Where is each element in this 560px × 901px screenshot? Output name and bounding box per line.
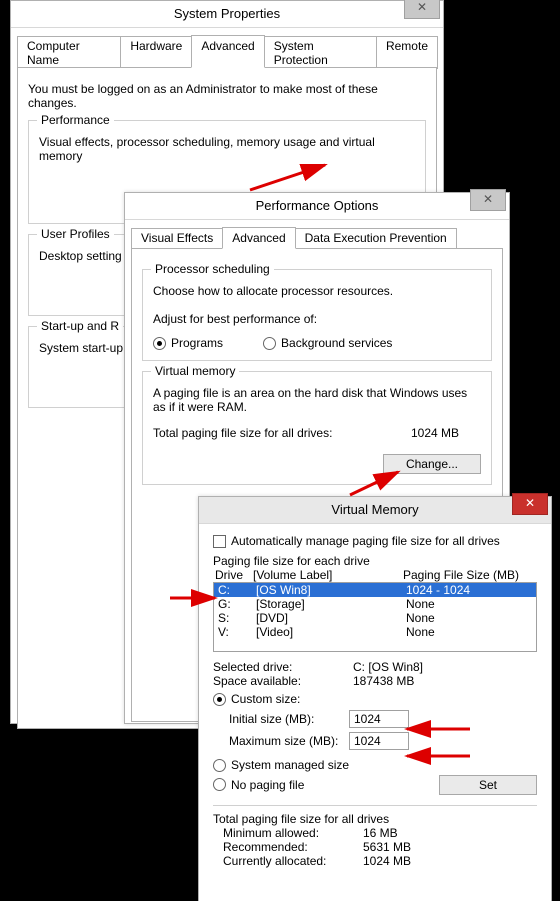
change-button[interactable]: Change...: [383, 454, 481, 474]
radio-icon: [213, 778, 226, 791]
drive-list[interactable]: C:[OS Win8]1024 - 1024G:[Storage]NoneS:[…: [213, 582, 537, 652]
tab-bar: Visual Effects Advanced Data Execution P…: [131, 226, 503, 248]
tab-remote[interactable]: Remote: [376, 36, 438, 69]
drive-list-label: Paging file size for each drive: [213, 554, 537, 568]
radio-no-paging[interactable]: No paging file: [213, 778, 439, 792]
virtual-memory-dialog: Virtual Memory ✕ Automatically manage pa…: [198, 496, 552, 901]
drive-letter: C:: [214, 583, 256, 597]
radio-background-services[interactable]: Background services: [263, 336, 392, 350]
radio-icon: [213, 759, 226, 772]
tab-advanced[interactable]: Advanced: [191, 35, 264, 68]
processor-scheduling-desc: Choose how to allocate processor resourc…: [153, 284, 481, 298]
recommended-label: Recommended:: [223, 840, 363, 854]
performance-desc: Visual effects, processor scheduling, me…: [39, 135, 415, 163]
drive-row[interactable]: V:[Video]None: [214, 625, 536, 639]
close-button[interactable]: ✕: [512, 493, 548, 515]
drive-row[interactable]: G:[Storage]None: [214, 597, 536, 611]
selected-drive-label: Selected drive:: [213, 660, 353, 674]
user-profiles-legend: User Profiles: [37, 227, 114, 241]
auto-manage-label: Automatically manage paging file size fo…: [231, 534, 500, 548]
col-volume-label: [Volume Label]: [253, 568, 403, 582]
radio-system-managed[interactable]: System managed size: [213, 758, 349, 772]
radio-icon: [153, 337, 166, 350]
custom-size-label: Custom size:: [231, 692, 300, 706]
dialog-body: Automatically manage paging file size fo…: [199, 524, 551, 878]
initial-size-input[interactable]: 1024: [349, 710, 409, 728]
selected-drive-value: C: [OS Win8]: [353, 660, 423, 674]
set-button[interactable]: Set: [439, 775, 537, 795]
auto-manage-checkbox[interactable]: Automatically manage paging file size fo…: [213, 534, 500, 548]
total-paging-label: Total paging file size for all drives:: [153, 426, 411, 440]
virtual-memory-legend: Virtual memory: [151, 364, 239, 378]
radio-bg-label: Background services: [281, 336, 392, 350]
recommended-value: 5631 MB: [363, 840, 411, 854]
titlebar: Performance Options ✕: [125, 193, 509, 220]
drive-row[interactable]: S:[DVD]None: [214, 611, 536, 625]
checkbox-icon: [213, 535, 226, 548]
maximum-size-input[interactable]: 1024: [349, 732, 409, 750]
radio-programs[interactable]: Programs: [153, 336, 223, 350]
maximum-size-label: Maximum size (MB):: [229, 734, 349, 748]
admin-note: You must be logged on as an Administrato…: [28, 82, 426, 110]
drive-letter: G:: [214, 597, 256, 611]
radio-icon: [263, 337, 276, 350]
total-paging-value: 1024 MB: [411, 426, 481, 440]
processor-scheduling-group: Processor scheduling Choose how to alloc…: [142, 269, 492, 361]
drive-label: [Storage]: [256, 597, 406, 611]
drive-label: [DVD]: [256, 611, 406, 625]
current-allocated-value: 1024 MB: [363, 854, 411, 868]
tab-visual-effects[interactable]: Visual Effects: [131, 228, 223, 250]
drive-label: [OS Win8]: [256, 583, 406, 597]
drive-row[interactable]: C:[OS Win8]1024 - 1024: [214, 583, 536, 597]
radio-icon: [213, 693, 226, 706]
tab-dep[interactable]: Data Execution Prevention: [295, 228, 457, 250]
current-allocated-label: Currently allocated:: [223, 854, 363, 868]
space-available-label: Space available:: [213, 674, 353, 688]
tab-computer-name[interactable]: Computer Name: [17, 36, 121, 69]
processor-scheduling-legend: Processor scheduling: [151, 262, 274, 276]
performance-legend: Performance: [37, 113, 114, 127]
tab-hardware[interactable]: Hardware: [120, 36, 192, 69]
drive-size: 1024 - 1024: [406, 583, 536, 597]
min-allowed-value: 16 MB: [363, 826, 398, 840]
tab-advanced[interactable]: Advanced: [222, 227, 295, 249]
radio-custom-size[interactable]: Custom size:: [213, 692, 300, 706]
space-available-value: 187438 MB: [353, 674, 414, 688]
close-button[interactable]: ✕: [470, 189, 506, 211]
adjust-label: Adjust for best performance of:: [153, 312, 481, 326]
virtual-memory-desc: A paging file is an area on the hard dis…: [153, 386, 481, 414]
tab-system-protection[interactable]: System Protection: [264, 36, 377, 69]
drive-letter: V:: [214, 625, 256, 639]
titlebar: System Properties ✕: [11, 1, 443, 28]
drive-size: None: [406, 611, 536, 625]
startup-legend: Start-up and R: [37, 319, 123, 333]
drive-letter: S:: [214, 611, 256, 625]
drive-label: [Video]: [256, 625, 406, 639]
window-title: Performance Options: [256, 198, 379, 213]
drive-size: None: [406, 625, 536, 639]
window-title: System Properties: [174, 6, 280, 21]
window-title: Virtual Memory: [331, 502, 418, 517]
titlebar: Virtual Memory ✕: [199, 497, 551, 524]
min-allowed-label: Minimum allowed:: [223, 826, 363, 840]
system-managed-label: System managed size: [231, 758, 349, 772]
totals-label: Total paging file size for all drives: [213, 812, 537, 826]
col-paging-size: Paging File Size (MB): [403, 568, 537, 582]
no-paging-label: No paging file: [231, 778, 304, 792]
virtual-memory-group: Virtual memory A paging file is an area …: [142, 371, 492, 485]
tab-bar: Computer Name Hardware Advanced System P…: [17, 34, 437, 67]
close-button[interactable]: ✕: [404, 0, 440, 19]
drive-size: None: [406, 597, 536, 611]
radio-programs-label: Programs: [171, 336, 223, 350]
initial-size-label: Initial size (MB):: [229, 712, 349, 726]
col-drive: Drive: [213, 568, 253, 582]
